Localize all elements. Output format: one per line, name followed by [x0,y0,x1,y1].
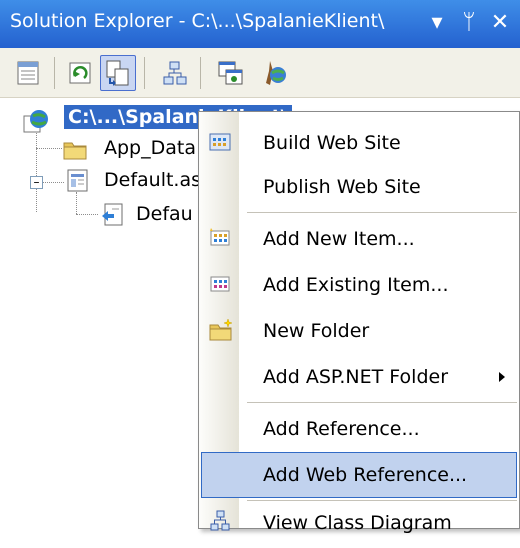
menu-item-view-class-diagram[interactable]: View Class Diagram [199,502,519,548]
menu-item-add-new-item[interactable]: Add New Item... [199,216,519,262]
toolbar-separator [144,57,145,89]
menu-item-label: Publish Web Site [263,176,421,198]
tree-connector [42,182,64,183]
add-existing-item-icon [209,273,231,295]
asp-net-configuration-icon[interactable] [256,55,292,91]
auto-hide-pin-icon[interactable]: ᛘ [456,6,482,40]
menu-separator [247,212,517,213]
toolbar-separator [200,57,201,89]
menu-item-label: Add Web Reference... [263,464,468,486]
code-file-icon [100,202,126,228]
submenu-arrow-icon [499,372,505,382]
tree-connector [76,214,98,215]
properties-icon[interactable] [10,55,46,91]
add-new-item-icon [209,227,231,249]
tree-connector [36,130,37,212]
aspx-file-icon [66,168,90,194]
build-icon [209,131,231,153]
copy-web-site-icon[interactable] [212,55,248,91]
menu-item-label: Add Existing Item... [263,274,449,296]
toolbar-separator [54,57,55,89]
refresh-icon[interactable] [62,55,98,91]
menu-item-label: View Class Diagram [263,512,452,534]
menu-item-add-asp-net-folder[interactable]: Add ASP.NET Folder [199,354,519,400]
window-position-dropdown-icon[interactable]: ▾ [424,6,450,40]
nest-related-files-icon[interactable] [100,55,136,91]
tree-connector [76,192,77,214]
menu-item-label: Add New Item... [263,228,415,250]
toolbar [0,48,520,98]
tree-connector [36,148,62,149]
window-title: Solution Explorer - C:\...\SpalanieKlien… [10,10,385,32]
menu-item-label: Add ASP.NET Folder [263,366,448,388]
view-class-diagram-icon[interactable] [156,55,192,91]
tree-item-label: Defau [136,203,193,225]
menu-item-add-reference[interactable]: Add Reference... [199,406,519,452]
collapse-expander-icon[interactable]: – [30,176,43,189]
menu-separator [247,500,517,501]
new-folder-icon [209,318,233,341]
menu-item-label: Add Reference... [263,418,420,440]
menu-separator [247,402,517,403]
title-bar: Solution Explorer - C:\...\SpalanieKlien… [0,0,520,48]
menu-item-label: New Folder [263,320,370,342]
tree-item-label: Default.as [104,169,202,191]
tree-item-label: App_Data [104,137,196,159]
menu-item-add-existing-item[interactable]: Add Existing Item... [199,262,519,308]
context-menu: Build Web Site Publish Web Site Add New … [198,111,520,534]
menu-item-label: Build Web Site [263,132,401,154]
close-icon[interactable]: ✕ [486,6,514,40]
menu-item-build-web-site[interactable]: Build Web Site [199,120,519,166]
menu-item-add-web-reference[interactable]: Add Web Reference... [201,452,517,498]
web-site-globe-icon [22,108,50,136]
menu-item-publish-web-site[interactable]: Publish Web Site [199,164,519,210]
folder-icon [62,136,88,162]
menu-item-new-folder[interactable]: New Folder [199,308,519,354]
